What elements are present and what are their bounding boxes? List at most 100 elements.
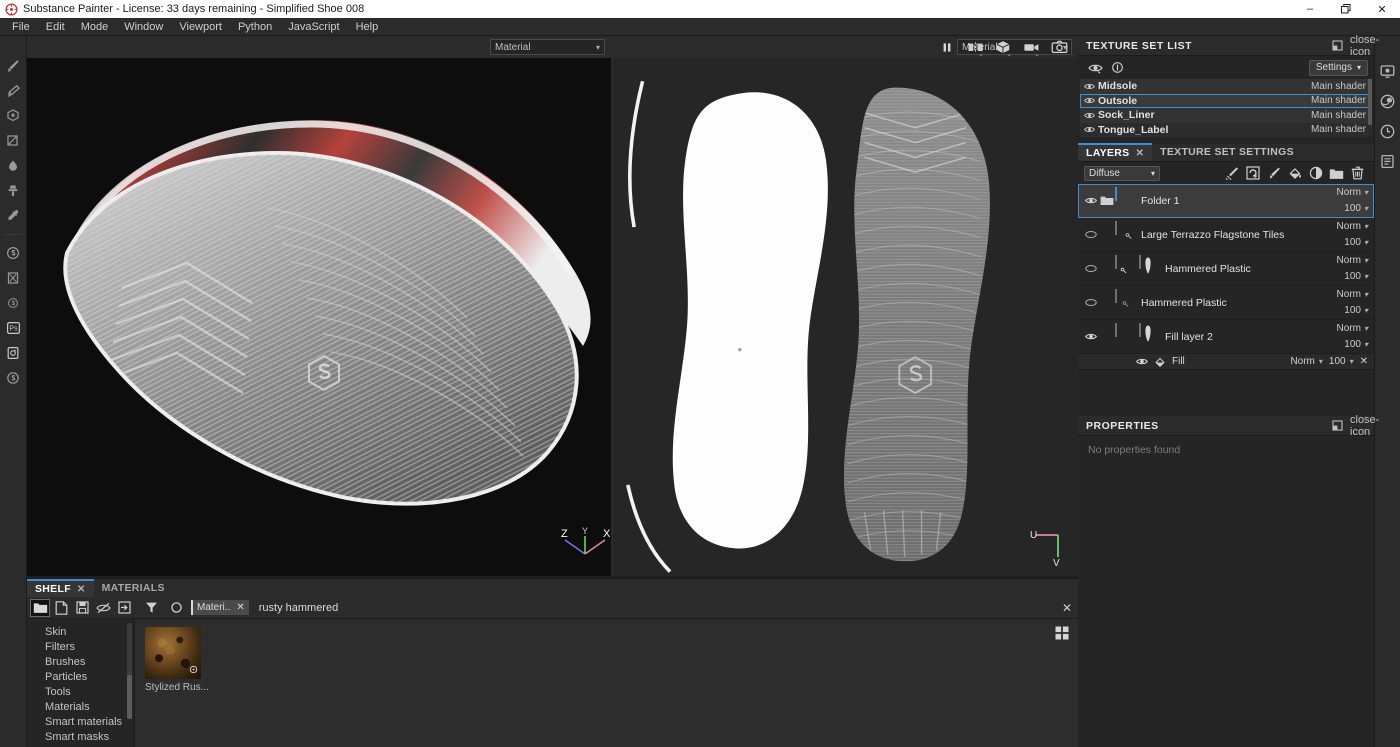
shelf-category-tools[interactable]: Tools [27,685,134,700]
substance-small-icon[interactable] [1,291,25,315]
layer-thumbnail[interactable] [1115,323,1117,337]
effect-blend-mode[interactable]: Norm ▾ [1290,356,1322,367]
eye-off-icon[interactable] [1083,264,1099,273]
grid-view-icon[interactable] [1055,626,1069,640]
layer-blend-mode[interactable]: Norm [1337,187,1361,198]
effect-opacity[interactable]: 100 ▾ [1329,356,1354,367]
layer-thumbnail[interactable] [1115,187,1117,201]
layer-row-hammered-plastic-1[interactable]: Hammered Plastic Norm▾ 100▾ [1078,252,1374,286]
layer-thumbnail[interactable] [1115,255,1117,269]
chevron-down-icon[interactable]: ▾ [1319,357,1323,366]
shelf-category-particles[interactable]: Particles [27,670,134,685]
texture-set-row-outsole[interactable]: Outsole Main shader [1080,94,1372,109]
eye-icon[interactable] [1084,96,1098,105]
eye-icon[interactable] [1083,196,1099,205]
tab-texture-set-settings[interactable]: TEXTURE SET SETTINGS [1152,143,1302,161]
environment-sphere-icon[interactable] [1377,90,1399,112]
camera-view-icon[interactable]: ⌄ [1022,39,1040,55]
menu-file[interactable]: File [4,18,38,36]
eye-icon[interactable] [1084,125,1098,134]
chevron-down-icon[interactable]: ▾ [1357,63,1361,72]
layer-opacity[interactable]: 100 [1344,339,1361,350]
shelf-category-materials[interactable]: Materials [27,700,134,715]
layer-opacity[interactable]: 100 [1344,203,1361,214]
texture-set-row-tongue-label[interactable]: Tongue_Label Main shader [1080,123,1372,138]
toggle-info-icon[interactable] [1106,59,1128,77]
clone-stamp-icon[interactable] [1,179,25,203]
save-resource-icon[interactable] [72,599,92,617]
split-view-caret-icon[interactable]: ⌄ [978,50,984,58]
layer-thumbnail[interactable] [1115,221,1117,235]
eye-icon[interactable] [1136,357,1148,366]
float-panel-icon[interactable] [1332,40,1350,51]
layer-blend-mode[interactable]: Norm [1337,221,1361,232]
delete-layer-icon[interactable] [1347,164,1368,182]
viewport-uv[interactable]: Material ▾ U V [613,36,1078,576]
layer-channel-select[interactable]: Diffuse ▾ [1084,166,1160,181]
viewport-3d[interactable]: Material ▾ Z Y X [27,36,613,576]
restore-button[interactable] [1328,0,1364,18]
pause-engine-icon[interactable] [938,39,956,55]
layer-blend-mode[interactable]: Norm [1337,255,1361,266]
projection-icon[interactable] [1,104,25,128]
layer-row-large-terrazzo-flagstone-tiles[interactable]: Large Terrazzo Flagstone Tiles Norm▾ 100… [1078,218,1374,252]
chevron-down-icon[interactable]: ▾ [1364,238,1368,247]
chevron-down-icon[interactable]: ▾ [596,43,600,52]
layer-mask-thumbnail[interactable] [1139,255,1141,269]
shelf-search-clear-icon[interactable]: ✕ [1056,601,1078,615]
add-fill-layer-icon[interactable] [1284,164,1305,182]
add-folder-icon[interactable] [1326,164,1347,182]
layer-thumbnail[interactable] [1115,289,1117,303]
menu-edit[interactable]: Edit [38,18,73,36]
shelf-category-smart-masks[interactable]: Smart masks [27,730,134,745]
substance-source-icon[interactable] [1,366,25,390]
chevron-down-icon[interactable]: ▾ [1364,272,1368,281]
tab-materials[interactable]: MATERIALS [94,579,173,597]
export-document-icon[interactable] [1,341,25,365]
chevron-down-icon[interactable]: ▾ [1364,290,1368,299]
chevron-down-icon[interactable]: ▾ [1364,256,1368,265]
hide-unused-icon[interactable] [94,599,114,617]
add-smart-material-icon[interactable] [1221,164,1242,182]
shelf-search-input[interactable]: rusty hammered [253,602,1052,614]
shelf-category-skin[interactable]: Skin [27,625,134,640]
eyedropper-icon[interactable] [1,204,25,228]
chevron-down-icon[interactable]: ▾ [1364,188,1368,197]
smudge-icon[interactable] [1,154,25,178]
shelf-category-scrollbar[interactable] [127,623,132,719]
texture-set-settings-button[interactable]: Settings ▾ [1309,60,1368,76]
layer-row-folder-1[interactable]: Folder 1 Norm▾ 100▾ [1078,184,1374,218]
toggle-visibility-icon[interactable] [1084,59,1106,77]
add-anchor-point-icon[interactable] [1242,164,1263,182]
eye-icon[interactable] [1084,111,1098,120]
tab-layers[interactable]: LAYERS ✕ [1078,143,1152,161]
eye-off-icon[interactable] [1083,230,1099,239]
chevron-down-icon[interactable]: ▾ [1151,169,1155,178]
texture-set-row-midsole[interactable]: Midsole Main shader [1080,79,1372,94]
layer-opacity[interactable]: 100 [1344,271,1361,282]
menu-viewport[interactable]: Viewport [171,18,230,36]
eye-icon[interactable] [1083,332,1099,341]
close-icon[interactable]: close-icon [1350,414,1368,438]
layer-blend-mode[interactable]: Norm [1337,323,1361,334]
bake-hourglass-icon[interactable] [1,266,25,290]
shelf-folder-icon[interactable] [30,599,50,617]
chevron-down-icon[interactable]: ▾ [1364,222,1368,231]
polygon-fill-icon[interactable] [1,129,25,153]
menu-javascript[interactable]: JavaScript [280,18,347,36]
close-icon[interactable]: ✕ [236,602,244,613]
screenshot-icon[interactable] [1050,39,1068,55]
float-panel-icon[interactable] [1332,420,1350,431]
substance-effect-icon[interactable] [1,241,25,265]
chevron-down-icon[interactable]: ▾ [1364,340,1368,349]
viewport-3d-channel-select[interactable]: Material ▾ [490,39,605,55]
layer-opacity[interactable]: 100 [1344,237,1361,248]
layer-mask-thumbnail[interactable] [1139,323,1141,337]
tab-shelf[interactable]: SHELF ✕ [27,579,94,597]
minimize-button[interactable]: – [1292,0,1328,18]
menu-mode[interactable]: Mode [73,18,117,36]
menu-python[interactable]: Python [230,18,280,36]
close-icon[interactable]: ✕ [1360,356,1368,367]
close-button[interactable]: ✕ [1364,0,1400,18]
close-icon[interactable]: ✕ [77,584,86,595]
